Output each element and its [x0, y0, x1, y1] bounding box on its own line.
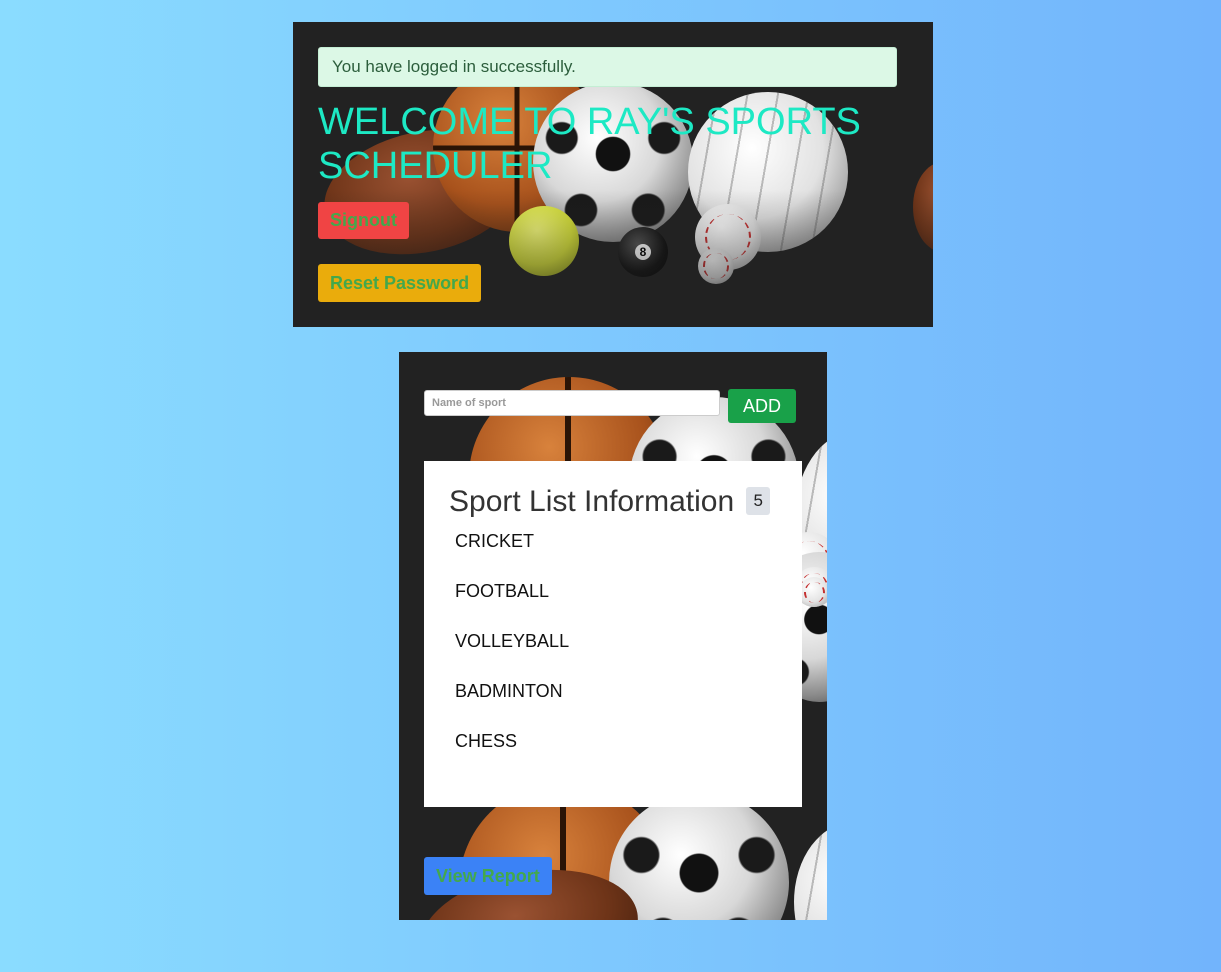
- page-title: WELCOME TO RAY'S SPORTS SCHEDULER: [318, 101, 861, 187]
- sport-list: CRICKET FOOTBALL VOLLEYBALL BADMINTON CH…: [455, 531, 569, 781]
- welcome-panel: You have logged in successfully. WELCOME…: [293, 22, 933, 327]
- list-item: BADMINTON: [455, 681, 563, 701]
- sport-count-badge: 5: [746, 487, 770, 516]
- list-item: FOOTBALL: [455, 581, 550, 601]
- reset-password-button[interactable]: Reset Password: [318, 264, 482, 302]
- sport-list-title: Sport List Information: [449, 485, 735, 518]
- view-report-button[interactable]: View Report: [424, 857, 552, 895]
- sport-name-input[interactable]: [424, 390, 720, 416]
- sport-list-card: Sport List Information 5 CRICKET FOOTBAL…: [424, 461, 802, 807]
- list-item: CHESS: [455, 731, 518, 751]
- golf-ball-icon: [799, 577, 827, 607]
- login-success-alert: You have logged in successfully.: [318, 47, 897, 87]
- sport-list-heading: Sport List Information 5: [449, 485, 770, 519]
- list-item: CRICKET: [455, 531, 535, 551]
- sports-panel: ADD Sport List Information 5 CRICKET FOO…: [399, 352, 827, 920]
- signout-button[interactable]: Signout: [318, 202, 409, 239]
- list-item: VOLLEYBALL: [455, 631, 570, 651]
- volleyball-icon: [794, 822, 827, 920]
- add-sport-button[interactable]: ADD: [728, 389, 796, 423]
